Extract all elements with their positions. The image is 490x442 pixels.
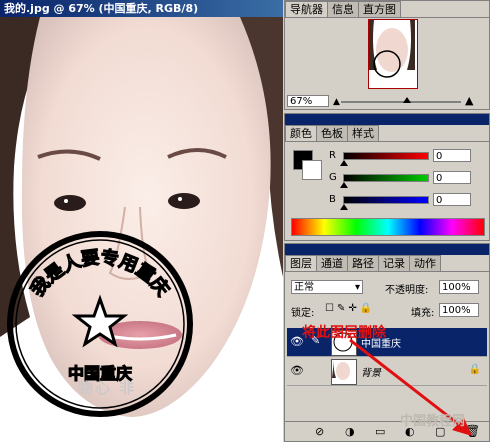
zoom-slider-handle[interactable]: [403, 97, 411, 103]
document-window: 我的.jpg @ 67% (中国重庆, RGB/8) 我是人要专用重庆 中国重庆…: [0, 0, 283, 442]
right-eye: [168, 193, 200, 209]
zoom-out-icon[interactable]: ▲: [333, 97, 340, 107]
channel-r-value[interactable]: 0: [433, 149, 471, 162]
image-watermark: 物心 非: [78, 379, 137, 397]
tab-history[interactable]: 记录: [378, 255, 410, 271]
channel-g-label: G: [329, 172, 337, 183]
tab-color[interactable]: 颜色: [285, 125, 317, 141]
left-eye: [54, 195, 86, 211]
channel-r-label: R: [329, 150, 336, 161]
footer-watermark: 中国教程网: [400, 414, 466, 429]
tab-histogram[interactable]: 直方图: [358, 1, 401, 17]
navigator-thumbnail[interactable]: [368, 19, 418, 89]
lock-label: 锁定:: [291, 308, 315, 319]
channel-g-value[interactable]: 0: [433, 171, 471, 184]
channel-b-label: B: [329, 194, 336, 205]
blend-mode-value: 正常: [294, 282, 314, 293]
link-icon[interactable]: ⊘: [315, 425, 324, 438]
fill-label: 填充:: [411, 308, 435, 319]
color-ramp[interactable]: [291, 218, 485, 236]
channel-r-handle[interactable]: [340, 160, 348, 166]
channel-b-value[interactable]: 0: [433, 193, 471, 206]
layers-palette-titlebar[interactable]: [285, 244, 489, 255]
channel-b-slider[interactable]: [343, 196, 429, 204]
channel-r-slider[interactable]: [343, 152, 429, 160]
navigator-zoom-slider[interactable]: [341, 101, 461, 103]
chevron-down-icon: ▾: [354, 282, 360, 293]
zoom-in-icon[interactable]: ▲: [465, 94, 473, 107]
channel-g-handle[interactable]: [340, 182, 348, 188]
tab-swatches[interactable]: 色板: [316, 125, 348, 141]
channel-b-handle[interactable]: [340, 204, 348, 210]
navigator-zoom-field[interactable]: 67%: [287, 95, 329, 107]
color-palette-titlebar[interactable]: [285, 114, 489, 125]
tab-navigator[interactable]: 导航器: [285, 1, 328, 17]
fill-field[interactable]: 100%: [439, 303, 479, 317]
tab-styles[interactable]: 样式: [347, 125, 379, 141]
blend-mode-select[interactable]: 正常 ▾: [291, 280, 363, 294]
opacity-label: 不透明度:: [385, 285, 429, 296]
navigator-palette: 导航器 信息 直方图 67% ▲ ▲: [284, 0, 490, 110]
tab-channels[interactable]: 通道: [316, 255, 348, 271]
tab-info[interactable]: 信息: [327, 1, 359, 17]
tab-actions[interactable]: 动作: [409, 255, 441, 271]
lock-icons[interactable]: ☐✎✛🔒: [325, 303, 375, 314]
channel-g-slider[interactable]: [343, 174, 429, 182]
tab-paths[interactable]: 路径: [347, 255, 379, 271]
opacity-field[interactable]: 100%: [439, 280, 479, 294]
background-color-swatch[interactable]: [302, 160, 322, 180]
document-title-bar: 我的.jpg @ 67% (中国重庆, RGB/8): [0, 0, 283, 17]
tab-layers[interactable]: 图层: [285, 255, 317, 271]
image-canvas[interactable]: 我是人要专用重庆 中国重庆: [0, 17, 283, 442]
color-palette: 颜色 色板 样式 R 0 G 0 B 0: [284, 113, 490, 241]
eye-icon[interactable]: 👁: [290, 364, 304, 377]
